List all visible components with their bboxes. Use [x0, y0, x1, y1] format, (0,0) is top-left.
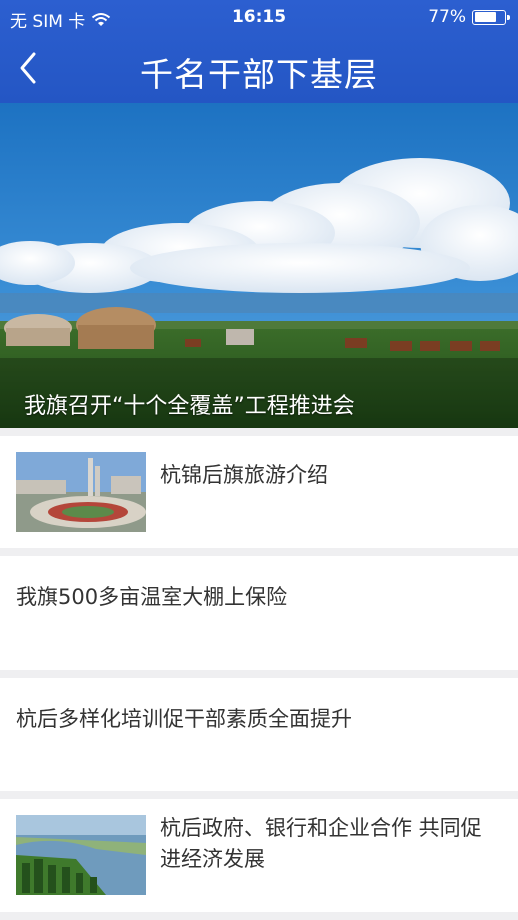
- status-right: 77%: [428, 7, 510, 27]
- article-thumbnail: [16, 452, 146, 532]
- list-item[interactable]: 杭后多样化培训促干部素质全面提升: [0, 678, 518, 791]
- battery-fill: [474, 12, 497, 22]
- article-thumbnail: [16, 815, 146, 895]
- article-title: 我旗500多亩温室大棚上保险: [16, 585, 288, 609]
- page-title: 千名干部下基层: [140, 55, 378, 94]
- app-header: 无 SIM 卡 16:15 77% 千名干部下基层: [0, 0, 518, 103]
- nav-bar: 千名干部下基层: [0, 34, 518, 103]
- hero-caption: 我旗召开“十个全覆盖”工程推进会: [24, 394, 355, 419]
- battery-percent: 77%: [428, 7, 466, 27]
- list-item[interactable]: 杭锦后旗旅游介绍: [0, 436, 518, 548]
- article-title: 杭后多样化培训促干部素质全面提升: [16, 707, 352, 731]
- article-title: 杭后政府、银行和企业合作 共同促进经济发展: [160, 816, 482, 871]
- battery-icon: [472, 9, 510, 25]
- list-item[interactable]: 杭后政府、银行和企业合作 共同促进经济发展: [0, 799, 518, 912]
- list-item[interactable]: 我旗500多亩温室大棚上保险: [0, 556, 518, 670]
- hero-banner[interactable]: 我旗召开“十个全覆盖”工程推进会: [0, 103, 518, 428]
- hero-image: [0, 103, 518, 428]
- status-bar: 无 SIM 卡 16:15 77%: [0, 0, 518, 34]
- article-title: 杭锦后旗旅游介绍: [160, 463, 328, 487]
- battery-nub: [507, 14, 510, 20]
